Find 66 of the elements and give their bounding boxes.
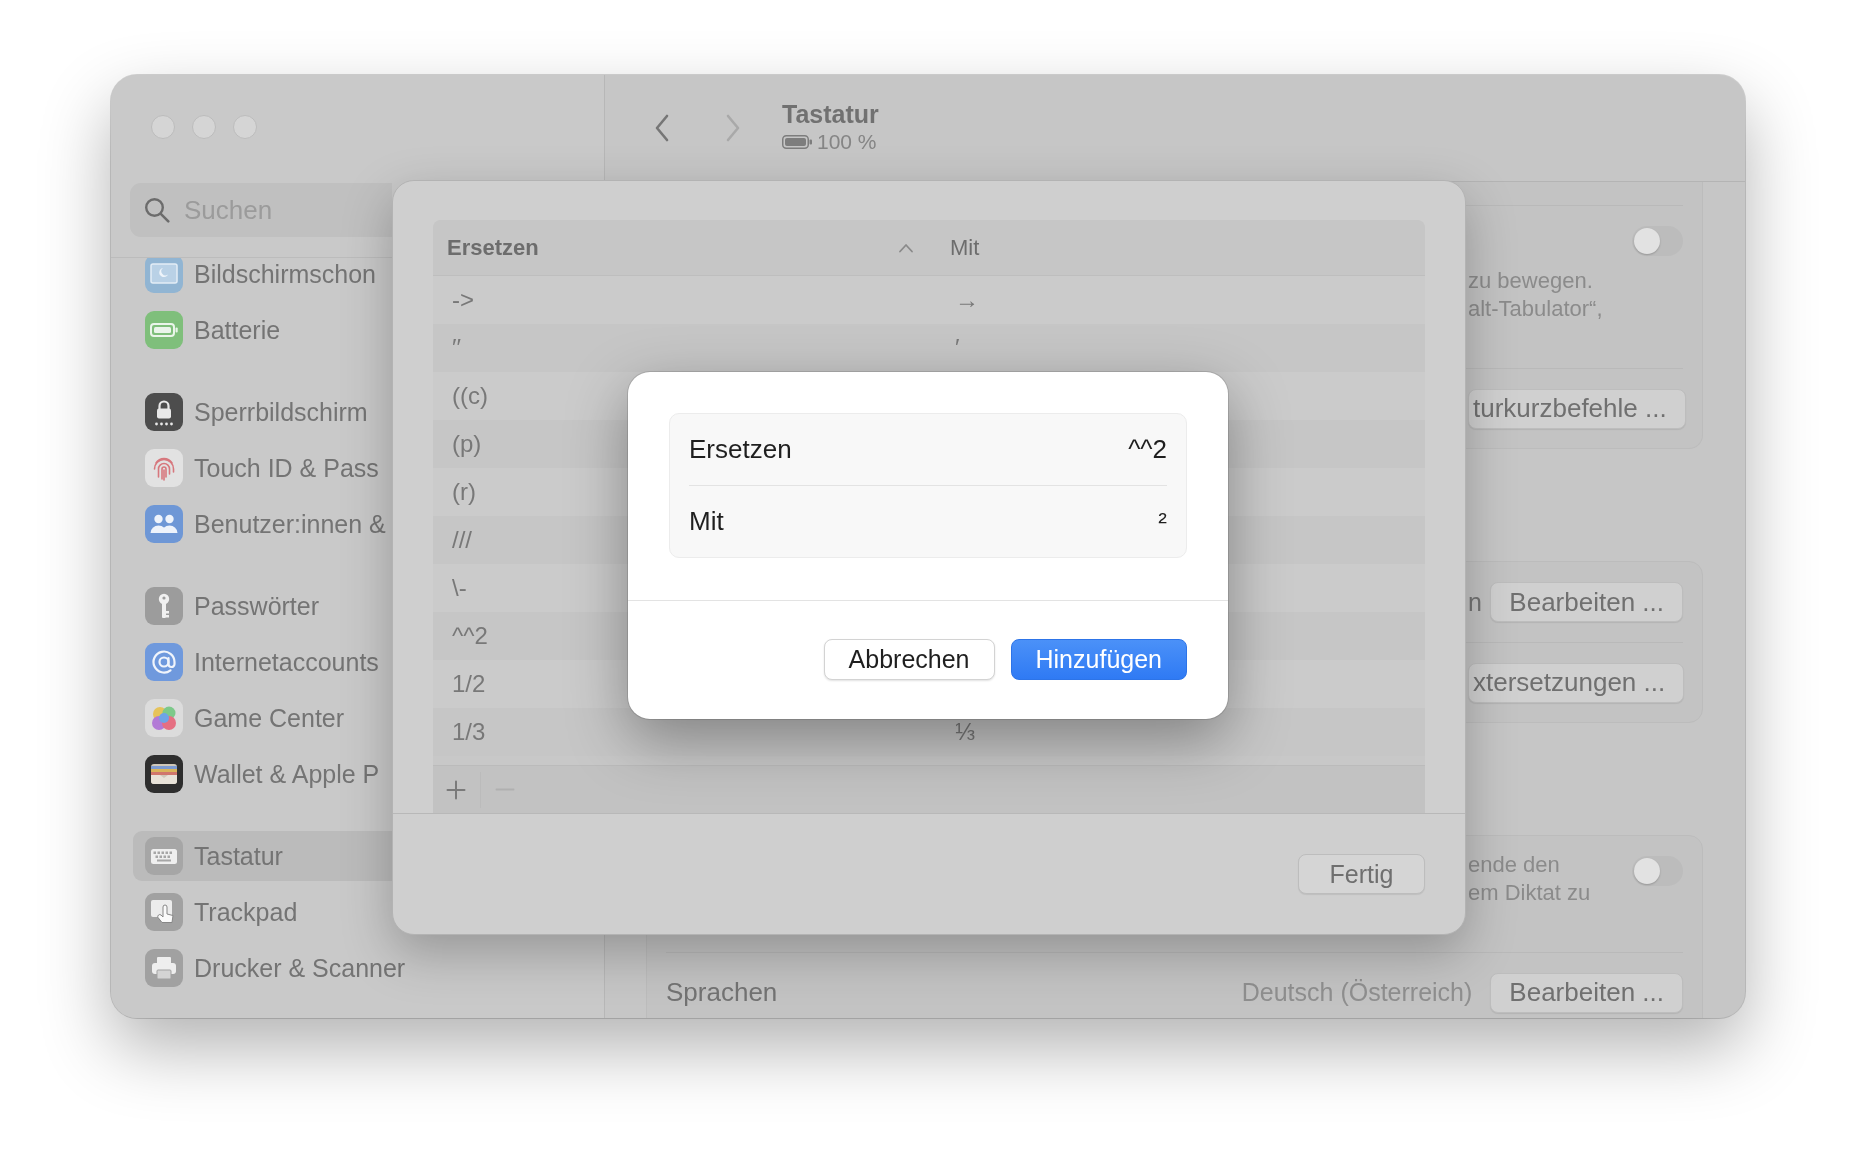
printer-icon bbox=[145, 949, 183, 987]
chevron-right-icon bbox=[725, 114, 741, 142]
table-cell: → bbox=[955, 286, 979, 314]
key-icon bbox=[145, 587, 183, 625]
sidebar-item[interactable]: Touch ID & Pass bbox=[133, 443, 392, 493]
table-cell: ^^2 bbox=[452, 622, 488, 650]
confirm-button[interactable]: Hinzufügen bbox=[1010, 638, 1187, 680]
battery-icon bbox=[145, 311, 183, 349]
done-button[interactable]: Fertig bbox=[1298, 854, 1425, 894]
cancel-button[interactable]: Abbrechen bbox=[823, 638, 995, 680]
chevron-up-icon bbox=[898, 242, 914, 253]
text-field[interactable]: ^^2 bbox=[811, 434, 1167, 465]
sidebar-item[interactable]: Passwörter bbox=[133, 581, 392, 631]
field-label: Ersetzen bbox=[689, 434, 792, 465]
sidebar-item[interactable]: Trackpad bbox=[133, 887, 392, 937]
settings-button[interactable]: Bearbeiten ... bbox=[1490, 582, 1683, 622]
toggle-switch[interactable] bbox=[1632, 856, 1683, 886]
screen-moon-icon bbox=[145, 258, 183, 293]
keyboard-icon bbox=[145, 837, 183, 875]
table-cell: (r) bbox=[452, 478, 476, 506]
close-button[interactable] bbox=[151, 115, 175, 139]
table-cell: ⅓ bbox=[955, 718, 975, 746]
table-cell: /// bbox=[452, 526, 472, 554]
settings-button[interactable]: turkurzbefehle ... bbox=[1468, 388, 1686, 429]
toggle-switch[interactable] bbox=[1632, 226, 1683, 256]
minimize-button[interactable] bbox=[192, 115, 216, 139]
sidebar-item[interactable]: Batterie bbox=[133, 305, 392, 355]
sidebar-item[interactable]: Drucker & Scanner bbox=[133, 943, 410, 993]
sidebar-item[interactable]: Game Center bbox=[133, 693, 392, 743]
search-icon bbox=[144, 197, 170, 223]
window-title: Tastatur bbox=[782, 100, 879, 128]
table-cell: -> bbox=[452, 286, 474, 314]
table-cell: ′ bbox=[955, 334, 960, 362]
table-cell: 1/3 bbox=[452, 718, 486, 746]
sidebar-item[interactable]: Bildschirmschon bbox=[133, 258, 392, 299]
battery-icon bbox=[782, 135, 812, 149]
sidebar-item[interactable]: Benutzer:innen & bbox=[133, 499, 392, 549]
back-button[interactable] bbox=[654, 114, 670, 142]
people-icon bbox=[145, 505, 183, 543]
column-header[interactable]: Mit bbox=[935, 220, 1425, 275]
plus-icon bbox=[446, 779, 466, 800]
field-label: Mit bbox=[689, 506, 724, 537]
sidebar-item[interactable]: Internetaccounts bbox=[133, 637, 392, 687]
settings-button[interactable]: Bearbeiten ... bbox=[1490, 972, 1683, 1013]
table-cell: (p) bbox=[452, 430, 482, 458]
sidebar-item[interactable]: Tastatur bbox=[133, 831, 392, 881]
row-label: n bbox=[1468, 587, 1482, 617]
sidebar-item[interactable]: Sperrbildschirm bbox=[133, 387, 392, 437]
sidebar-item[interactable]: Wallet & Apple P bbox=[133, 749, 392, 799]
row-label: Sprachen bbox=[666, 977, 778, 1008]
battery-percentage: 100 % bbox=[817, 129, 877, 155]
column-header[interactable]: Ersetzen bbox=[433, 220, 935, 275]
bubbles-icon bbox=[145, 699, 183, 737]
settings-button[interactable]: xtersetzungen ... bbox=[1468, 662, 1685, 703]
table-cell: \- bbox=[452, 574, 467, 602]
text-field[interactable]: ² bbox=[743, 506, 1167, 537]
at-sign-icon bbox=[145, 643, 183, 681]
table-cell: ((c) bbox=[452, 382, 488, 410]
chevron-left-icon bbox=[654, 114, 670, 142]
fingerprint-icon bbox=[145, 449, 183, 487]
table-cell: ′′ bbox=[452, 334, 461, 362]
wallet-icon bbox=[145, 755, 183, 793]
zoom-button[interactable] bbox=[233, 115, 257, 139]
table-cell: 1/2 bbox=[452, 670, 486, 698]
hand-pointer-icon bbox=[145, 893, 183, 931]
lock-icon bbox=[145, 393, 183, 431]
